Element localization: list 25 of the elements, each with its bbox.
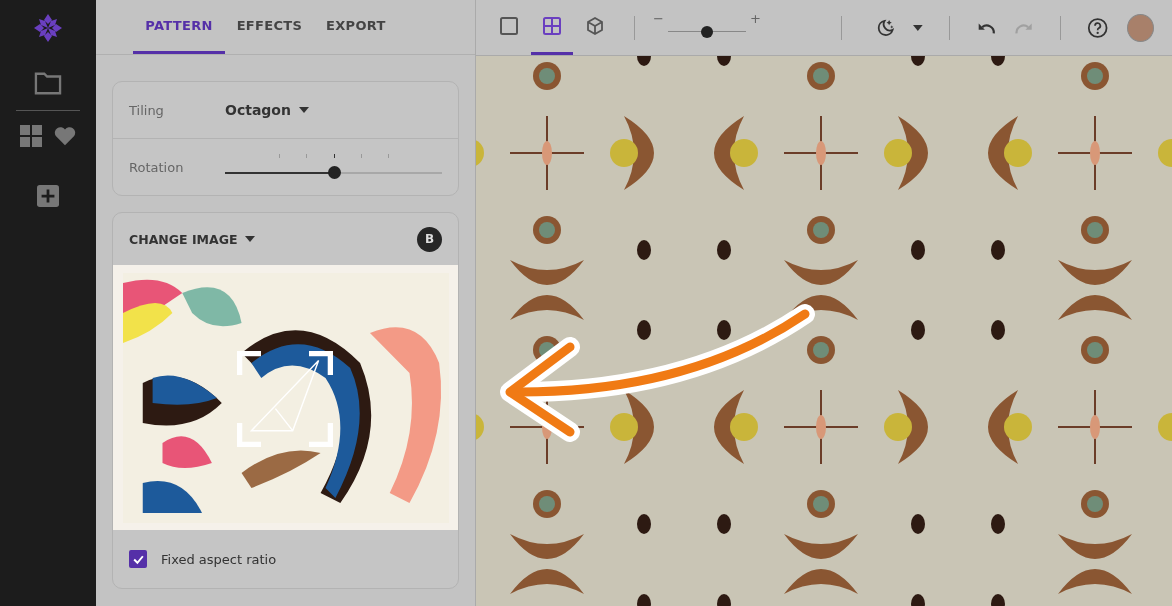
caret-icon[interactable]: [913, 24, 923, 31]
heart-icon[interactable]: [54, 125, 76, 147]
field-label: Tiling: [129, 102, 165, 118]
caret-icon: [245, 236, 256, 242]
checkbox[interactable]: [129, 550, 147, 568]
tab[interactable]: EXPORT: [314, 0, 398, 54]
square-icon: [499, 16, 520, 36]
grid-icon: [542, 16, 562, 36]
tab[interactable]: PATTERN: [133, 0, 225, 54]
help-icon[interactable]: [1087, 16, 1109, 39]
badge[interactable]: B: [417, 226, 442, 252]
tiling-dropdown[interactable]: Octagon: [225, 102, 309, 118]
tab[interactable]: EFFECTS: [224, 0, 315, 54]
field-label: Rotation: [129, 159, 185, 175]
cube-icon: [584, 16, 605, 36]
change-image-dropdown[interactable]: CHANGE IMAGE: [129, 231, 256, 247]
folder-icon[interactable]: [33, 70, 63, 96]
zoom-in-label: +: [749, 12, 761, 25]
zoom-out-label: −: [653, 12, 664, 25]
grid-icon[interactable]: [20, 125, 42, 147]
checkbox-label: Fixed aspect ratio: [161, 551, 277, 567]
crop-frame-drawing[interactable]: [237, 351, 333, 447]
logo-icon[interactable]: [32, 12, 64, 44]
caret-icon: [298, 107, 309, 113]
add-icon[interactable]: [37, 185, 59, 207]
